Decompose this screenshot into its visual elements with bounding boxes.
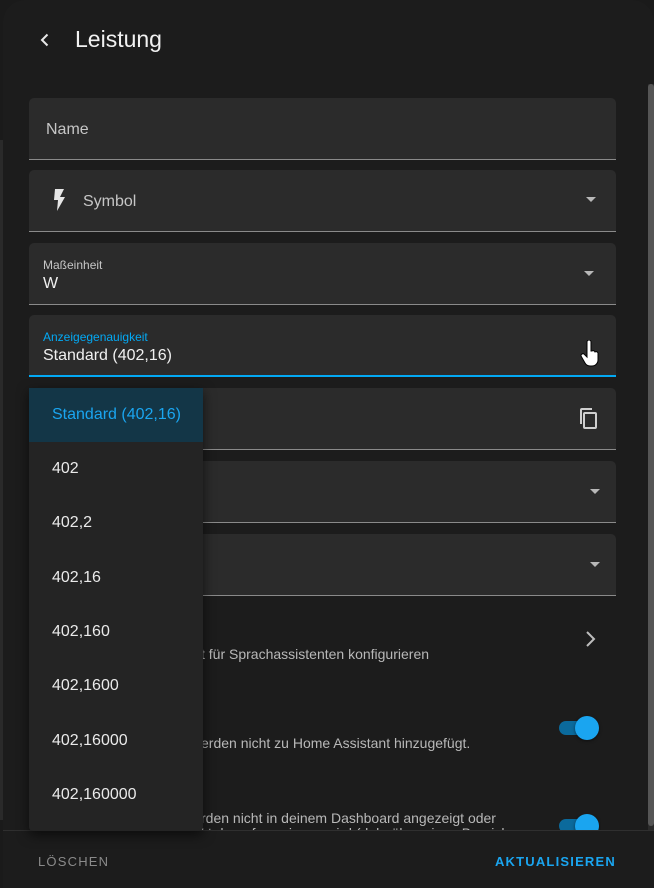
symbol-picker[interactable]: Symbol: [29, 170, 616, 232]
unit-label: Maßeinheit: [43, 258, 103, 272]
dialog-header: Leistung: [3, 0, 654, 80]
toggle-knob: [575, 814, 599, 830]
dialog-footer: LÖSCHEN AKTUALISIEREN: [3, 830, 654, 888]
precision-label: Anzeigegenauigkeit: [43, 330, 148, 344]
back-button[interactable]: [29, 24, 61, 56]
scrollbar-thumb[interactable]: [648, 84, 654, 826]
menu-option[interactable]: 402,2: [29, 496, 203, 550]
chevron-left-icon: [40, 33, 49, 47]
lightning-bolt-icon: [54, 189, 65, 211]
precision-value: Standard (402,16): [43, 347, 172, 364]
name-field[interactable]: Name: [29, 98, 616, 160]
menu-option[interactable]: 402,160000: [29, 768, 203, 822]
update-button[interactable]: AKTUALISIEREN: [495, 854, 616, 869]
enabled-description: erden nicht zu Home Assistant hinzugefüg…: [201, 735, 471, 751]
delete-button[interactable]: LÖSCHEN: [38, 854, 109, 869]
voice-assistants-description: t für Sprachassistenten konfigurieren: [201, 646, 430, 662]
menu-option[interactable]: 402: [29, 442, 203, 496]
menu-option[interactable]: Standard (402,16): [29, 388, 203, 442]
entity-settings-dialog: Leistung Name Symbol Maßeinheit W Anzeig…: [3, 0, 654, 888]
visible-description-line1: rden nicht in deinem Dashboard angezeigt…: [201, 810, 496, 826]
menu-option[interactable]: 402,16000: [29, 714, 203, 768]
toggle-knob: [575, 716, 599, 740]
name-placeholder: Name: [46, 121, 89, 138]
menu-option[interactable]: 402,16: [29, 551, 203, 605]
dropdown-caret-icon[interactable]: [590, 489, 600, 494]
precision-select[interactable]: Anzeigegenauigkeit Standard (402,16): [29, 315, 616, 377]
dropdown-caret-icon[interactable]: [586, 197, 596, 202]
unit-select[interactable]: Maßeinheit W: [29, 243, 616, 305]
copy-icon[interactable]: [577, 407, 599, 431]
precision-menu: Standard (402,16) 402 402,2 402,16 402,1…: [29, 388, 203, 831]
dropdown-caret-icon[interactable]: [584, 271, 594, 276]
menu-option[interactable]: 402,1600: [29, 659, 203, 713]
unit-value: W: [43, 275, 59, 292]
visible-toggle[interactable]: [557, 814, 601, 830]
page-title: Leistung: [75, 26, 162, 52]
symbol-placeholder: Symbol: [83, 193, 137, 210]
dropdown-caret-icon[interactable]: [590, 562, 600, 567]
hand-pointer-icon: [580, 340, 599, 367]
chevron-right-icon[interactable]: [581, 630, 599, 648]
menu-option[interactable]: 402,160: [29, 605, 203, 659]
enabled-toggle[interactable]: [557, 716, 601, 740]
